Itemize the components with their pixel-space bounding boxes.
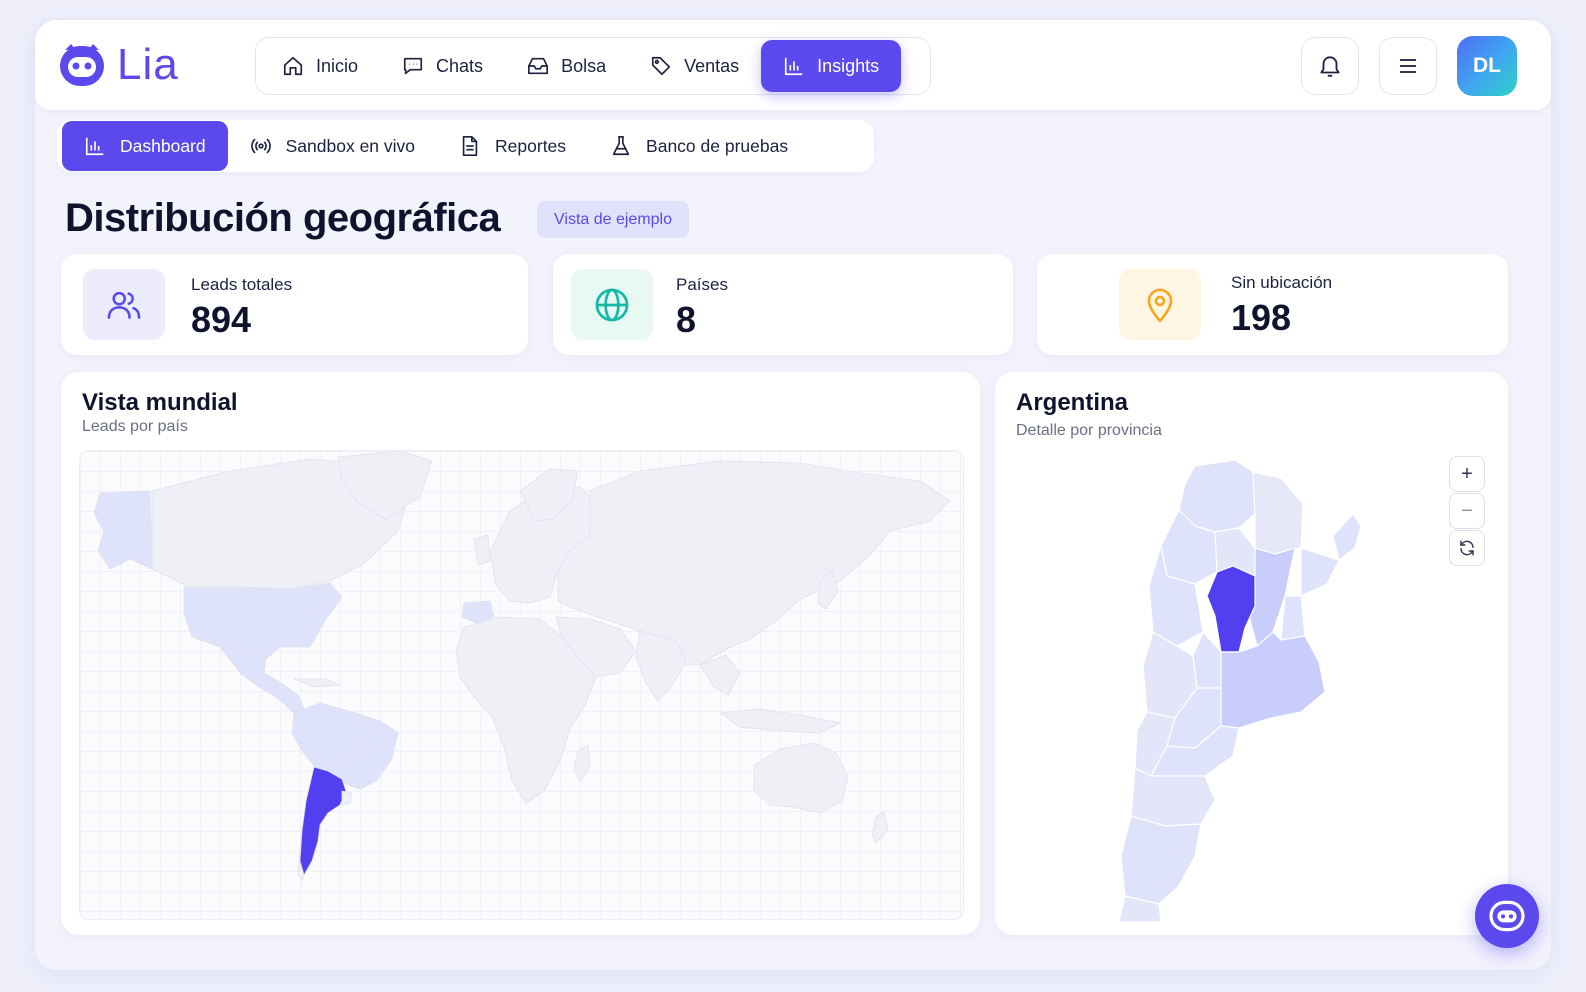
nav-item-label: Bolsa <box>561 55 607 76</box>
nav-item-label: Insights <box>817 55 880 76</box>
assistant-chat-button[interactable] <box>1475 884 1539 948</box>
bar-chart-icon <box>785 57 803 76</box>
users-icon <box>107 291 141 319</box>
stat-value: 198 <box>1231 297 1292 338</box>
tab-dashboard[interactable]: Dashboard <box>62 121 228 171</box>
stat-icon-box <box>83 269 165 340</box>
stat-value: 894 <box>191 299 252 340</box>
stat-card-leads: Leads totales 894 <box>61 254 528 355</box>
province-entre-rios[interactable] <box>1280 595 1306 641</box>
zoom-in-button[interactable]: + <box>1449 456 1485 492</box>
tab-label: Dashboard <box>120 135 206 156</box>
nav-item-label: Chats <box>436 55 484 76</box>
argentina-map[interactable] <box>1105 456 1385 922</box>
document-icon <box>462 136 478 156</box>
nav-item-ventas[interactable]: Ventas <box>628 40 761 92</box>
map-pin-icon <box>1147 288 1173 322</box>
stat-label: Leads totales <box>191 275 293 294</box>
nav-item-inicio[interactable]: Inicio <box>260 40 380 92</box>
stat-icon-box <box>1119 269 1201 340</box>
stat-label: Sin ubicación <box>1231 273 1333 292</box>
refresh-icon <box>1460 540 1474 556</box>
sample-view-badge: Vista de ejemplo <box>537 201 689 238</box>
map-region-argentina[interactable] <box>299 766 347 876</box>
tab-label: Banco de pruebas <box>646 135 789 156</box>
inbox-icon <box>528 57 549 75</box>
stat-value: 8 <box>676 299 697 340</box>
nav-item-insights[interactable]: Insights <box>761 40 902 92</box>
page-title: Distribución geográfica <box>65 196 501 240</box>
broadcast-icon <box>250 138 271 154</box>
panel-subtitle: Detalle por provincia <box>1016 422 1162 439</box>
globe-icon <box>595 288 629 321</box>
bell-icon <box>1320 56 1340 77</box>
argentina-map-panel: Argentina Detalle por provincia + − <box>995 372 1508 935</box>
tag-icon <box>652 56 671 76</box>
map-region-mexico[interactable] <box>219 646 307 714</box>
map-region-caribbean[interactable] <box>293 678 341 688</box>
flask-icon <box>612 136 630 156</box>
bar-chart-icon <box>85 137 104 156</box>
main-nav: Inicio Chats Bolsa Ventas Insights <box>255 37 931 95</box>
robot-logo-icon <box>60 44 104 86</box>
tab-reportes[interactable]: Reportes <box>437 121 588 171</box>
reset-view-button[interactable] <box>1449 530 1485 566</box>
menu-button[interactable] <box>1379 37 1437 95</box>
province-corrientes[interactable] <box>1300 547 1340 597</box>
map-region-uruguay[interactable] <box>341 790 353 806</box>
stat-icon-box <box>571 269 653 340</box>
zoom-out-button[interactable]: − <box>1449 493 1485 529</box>
panel-subtitle: Leads por país <box>82 418 188 435</box>
province-chubut[interactable] <box>1130 767 1216 827</box>
map-region-indonesia[interactable] <box>719 708 841 734</box>
panel-title: Vista mundial <box>82 389 238 416</box>
logo[interactable]: Lia <box>57 40 179 90</box>
province-cordoba[interactable] <box>1206 565 1256 653</box>
tab-banco-de-pruebas[interactable]: Banco de pruebas <box>588 121 810 171</box>
app-name: Lia <box>117 40 179 89</box>
nav-item-label: Inicio <box>316 55 359 76</box>
nav-item-bolsa[interactable]: Bolsa <box>505 40 628 92</box>
chat-icon <box>403 57 423 75</box>
stat-card-paises: Países 8 <box>553 254 1013 355</box>
province-san-luis[interactable] <box>1192 631 1222 689</box>
user-avatar[interactable]: DL <box>1457 36 1517 96</box>
province-misiones[interactable] <box>1332 513 1362 561</box>
map-region-usa[interactable] <box>183 582 343 660</box>
map-region-madagascar[interactable] <box>573 744 591 782</box>
panel-title: Argentina <box>1016 389 1129 416</box>
province-santa-cruz[interactable] <box>1120 815 1202 905</box>
sub-nav: Dashboard Sandbox en vivo Reportes Banco… <box>57 120 874 172</box>
map-region-new-zealand[interactable] <box>871 810 889 844</box>
robot-assistant-icon <box>1489 900 1525 932</box>
tab-label: Sandbox en vivo <box>285 135 416 156</box>
home-icon <box>283 56 303 76</box>
map-region-australia[interactable] <box>753 742 849 814</box>
stat-card-sin-ubicacion: Sin ubicación 198 <box>1037 254 1508 355</box>
nav-item-label: Ventas <box>684 55 740 76</box>
hamburger-menu-icon <box>1400 59 1416 73</box>
tab-label: Reportes <box>495 135 567 156</box>
province-chaco[interactable] <box>1252 471 1304 555</box>
tab-sandbox[interactable]: Sandbox en vivo <box>228 121 437 171</box>
world-map-panel: Vista mundial Leads por país <box>61 372 980 935</box>
map-region-alaska[interactable] <box>93 490 153 570</box>
top-bar: Lia Inicio Chats Bolsa Ventas Insights D… <box>35 20 1551 110</box>
nav-item-chats[interactable]: Chats <box>380 40 505 92</box>
world-map[interactable] <box>79 450 964 920</box>
top-actions: DL <box>1301 36 1517 96</box>
world-map-svg <box>93 451 951 882</box>
map-region-uk[interactable] <box>473 534 491 566</box>
stat-label: Países <box>676 275 728 294</box>
notifications-button[interactable] <box>1301 37 1359 95</box>
